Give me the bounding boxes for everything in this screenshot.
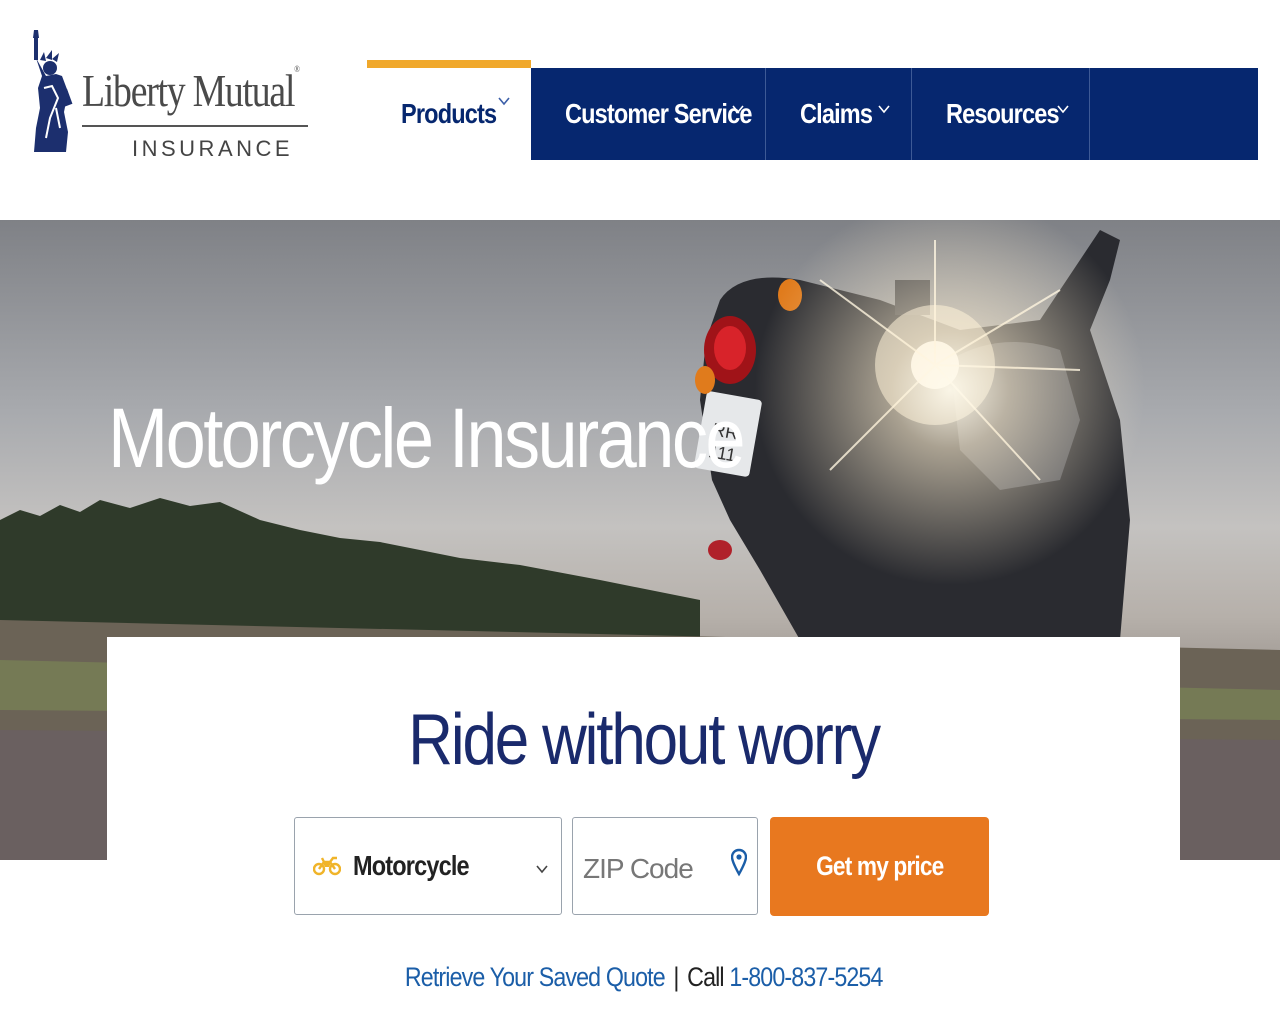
nav-item-products[interactable]: Products <box>367 60 531 160</box>
nav-item-resources[interactable]: Resources <box>912 68 1090 160</box>
chevron-down-icon <box>1057 105 1069 114</box>
brand-tagline: INSURANCE <box>132 136 294 161</box>
retrieve-saved-quote-link[interactable]: Retrieve Your Saved Quote <box>405 962 666 992</box>
nav-label: Customer Service <box>565 98 752 129</box>
nav-item-customer-service[interactable]: Customer Service <box>531 68 766 160</box>
get-my-price-button[interactable]: Get my price <box>770 817 989 916</box>
product-select-value: Motorcycle <box>353 850 470 881</box>
liberty-mutual-logo[interactable]: Liberty Mutual® INSURANCE <box>22 28 322 168</box>
call-label: Call <box>686 962 724 992</box>
chevron-down-icon <box>536 865 548 874</box>
logo-divider <box>82 125 308 127</box>
statue-of-liberty-icon <box>33 30 73 152</box>
zip-field[interactable] <box>572 817 758 915</box>
chevron-down-icon <box>878 105 890 114</box>
nav-label: Claims <box>800 98 873 129</box>
brand-name: Liberty Mutual® <box>82 64 300 116</box>
get-my-price-label: Get my price <box>815 851 944 881</box>
quote-headline: Ride without worry <box>107 699 1180 781</box>
location-pin-icon <box>731 848 747 877</box>
zip-input[interactable] <box>581 848 725 890</box>
registered-mark: ® <box>294 64 300 74</box>
nav-label: Resources <box>946 98 1060 129</box>
chevron-down-icon <box>498 97 510 106</box>
phone-number-link[interactable]: 1-800-837-5254 <box>729 962 883 992</box>
page-title: Motorcycle Insurance <box>108 391 746 485</box>
chevron-down-icon <box>732 105 744 114</box>
motorcycle-icon <box>313 856 341 876</box>
nav-label: Products <box>401 98 497 129</box>
quote-headline-text: Ride without worry <box>408 700 881 780</box>
quote-card: Ride without worry Motorcycle Get my pri… <box>107 637 1180 1024</box>
quote-links: Retrieve Your Saved Quote | Call 1-800-837… <box>107 962 1180 993</box>
nav-item-claims[interactable]: Claims <box>766 68 912 160</box>
product-select[interactable]: Motorcycle <box>294 817 562 915</box>
site-header: Liberty Mutual® INSURANCE Products Custo… <box>0 0 1280 220</box>
main-nav: Products Customer Service Claims Resourc… <box>367 60 1258 160</box>
nav-filler <box>1090 68 1258 160</box>
link-separator: | <box>673 962 679 992</box>
